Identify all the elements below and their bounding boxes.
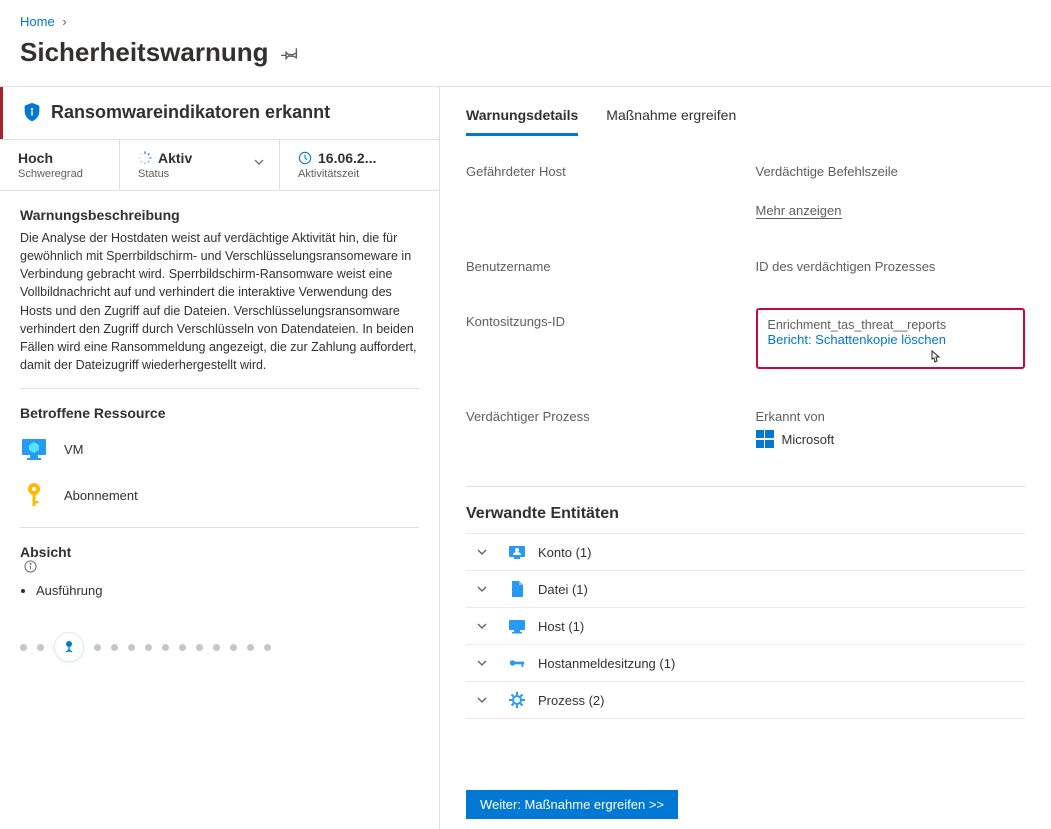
chevron-down-icon [470,694,488,706]
chevron-right-icon: › [62,14,66,29]
field-session-id: Kontositzungs-ID [466,314,736,369]
breadcrumb: Home › [0,0,1051,29]
details-grid: Gefährdeter Host Verdächtige Befehlszeil… [440,136,1051,468]
severity-label: Schweregrad [18,168,101,180]
detected-by-value: Microsoft [782,432,835,447]
timeline-active-step[interactable] [54,632,84,662]
status-cell[interactable]: Aktiv Status [120,140,280,190]
session-icon [508,654,526,672]
chevron-down-icon [470,546,488,558]
affected-title: Betroffene Ressource [20,405,419,421]
resource-vm[interactable]: VM [20,431,419,467]
detected-by-label: Erkannt von [756,409,1026,424]
related-entities-title: Verwandte Entitäten [440,487,1051,533]
entity-list: Konto (1) Datei (1) Host (1) [440,533,1051,719]
report-link[interactable]: Bericht: Schattenkopie löschen [768,332,947,347]
intent-item: Ausführung [36,583,419,598]
description-section: Warnungsbeschreibung Die Analyse der Hos… [0,191,439,388]
chevron-down-icon [470,583,488,595]
show-more-link[interactable]: Mehr anzeigen [756,203,842,219]
entity-label: Host (1) [538,619,584,634]
tab-details[interactable]: Warnungsdetails [466,107,578,136]
entity-row-account[interactable]: Konto (1) [466,533,1025,571]
left-panel: Ransomwareindikatoren erkannt Hoch Schwe… [0,87,440,829]
entity-row-process[interactable]: Prozess (2) [466,682,1025,719]
intent-title: Absicht [20,544,419,573]
time-label: Aktivitätszeit [298,168,421,180]
severity-value: Hoch [18,150,101,166]
process-icon [508,691,526,709]
tab-action[interactable]: Maßnahme ergreifen [606,107,736,136]
spinner-icon [138,151,152,165]
tabs: Warnungsdetails Maßnahme ergreifen [440,87,1051,136]
pin-icon[interactable] [269,44,299,62]
entity-label: Hostanmeldesitzung (1) [538,656,675,671]
vm-icon [20,435,48,463]
status-label: Status [138,168,261,180]
file-icon [508,580,526,598]
entity-row-host[interactable]: Host (1) [466,608,1025,645]
kill-chain-timeline [0,612,439,662]
breadcrumb-home[interactable]: Home [20,14,55,29]
entity-label: Prozess (2) [538,693,604,708]
intent-section: Absicht Ausführung [0,528,439,612]
affected-section: Betroffene Ressource VM [0,389,439,527]
host-icon [508,617,526,635]
shield-icon [21,101,43,123]
alert-header: Ransomwareindikatoren erkannt [0,87,439,139]
key-icon [20,481,48,509]
enrichment-label: Enrichment_tas_threat__reports [768,318,1014,332]
entity-label: Datei (1) [538,582,588,597]
resource-subscription[interactable]: Abonnement [20,477,419,513]
right-panel: Warnungsdetails Maßnahme ergreifen Gefäh… [440,87,1051,829]
microsoft-logo-icon [756,430,774,448]
time-value: 16.06.2... [318,150,376,166]
status-row: Hoch Schweregrad [0,139,439,191]
detected-by-row: Microsoft [756,430,1026,448]
cursor-icon [927,349,943,365]
field-suspicious-process: Verdächtiger Prozess [466,409,736,448]
field-compromised-host: Gefährdeter Host [466,164,736,219]
field-suspicious-cmdline: Verdächtige Befehlszeile [756,164,1026,179]
description-title: Warnungsbeschreibung [20,207,419,223]
chevron-down-icon [470,657,488,669]
status-value: Aktiv [158,150,192,166]
clock-icon [298,151,312,165]
page-title: Sicherheitswarnung [20,37,269,68]
entity-row-file[interactable]: Datei (1) [466,571,1025,608]
entity-label: Konto (1) [538,545,591,560]
page-header: Sicherheitswarnung [0,29,1051,86]
entity-row-session[interactable]: Hostanmeldesitzung (1) [466,645,1025,682]
account-icon [508,543,526,561]
info-icon[interactable] [20,560,419,573]
chevron-down-icon [470,620,488,632]
next-action-button[interactable]: Weiter: Maßnahme ergreifen >> [466,790,678,819]
field-username: Benutzername [466,259,736,274]
field-process-id: ID des verdächtigen Prozesses [756,259,1026,274]
description-text: Die Analyse der Hostdaten weist auf verd… [20,229,419,374]
resource-vm-label: VM [64,442,84,457]
threat-report-highlight: Enrichment_tas_threat__reports Bericht: … [756,308,1026,369]
resource-subscription-label: Abonnement [64,488,138,503]
severity-cell: Hoch Schweregrad [0,140,120,190]
time-cell: 16.06.2... Aktivitätszeit [280,140,439,190]
alert-title: Ransomwareindikatoren erkannt [51,102,330,123]
